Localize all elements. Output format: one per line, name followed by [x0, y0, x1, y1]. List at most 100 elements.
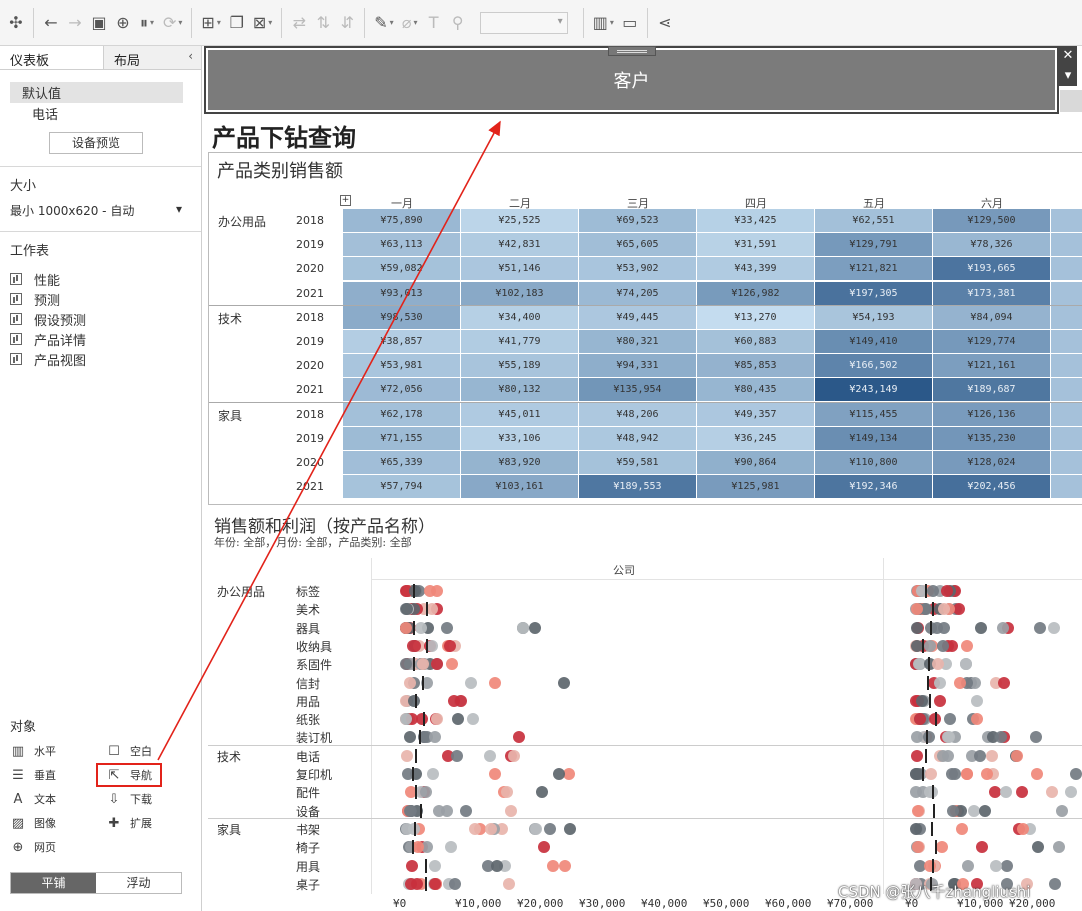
heatmap-cell[interactable]: ¥34,400 [461, 305, 578, 329]
scatter-point[interactable] [408, 639, 421, 652]
scatter-point[interactable] [405, 877, 418, 890]
scatter-point[interactable] [488, 768, 501, 780]
group-icon[interactable]: ⌀ ▾ [398, 8, 422, 38]
scatter-point[interactable] [407, 694, 420, 707]
scatter-point[interactable] [559, 859, 572, 872]
heatmap-cell[interactable]: ¥53,902 [579, 257, 696, 281]
scatter-point[interactable] [1030, 768, 1043, 780]
heatmap-cell[interactable]: ¥43,399 [697, 257, 814, 281]
heatmap-cell[interactable]: ¥135,230 [933, 426, 1050, 450]
scatter-point[interactable] [446, 658, 459, 671]
scatter-point[interactable] [971, 694, 984, 707]
scatter-point[interactable] [503, 877, 516, 890]
new-datasource-icon[interactable]: ⊕ [111, 8, 135, 38]
heatmap-cell[interactable]: ¥48,206 [579, 402, 696, 426]
scatter-point[interactable] [426, 768, 439, 780]
show-me-icon[interactable]: ▥ ▾ [589, 8, 618, 38]
scatter-point[interactable] [491, 859, 503, 872]
scatter-point[interactable] [513, 731, 526, 744]
scatter-point[interactable] [1034, 621, 1047, 634]
heatmap-cell[interactable]: ¥128,024 [933, 451, 1050, 474]
heatmap-cell[interactable]: ¥75,890 [343, 209, 460, 232]
heatmap-cell[interactable]: ¥126,982 [697, 281, 814, 305]
scatter-point[interactable] [1016, 786, 1029, 799]
heatmap-cell[interactable]: ¥80,321 [579, 330, 696, 353]
heatmap-cell[interactable]: ¥85,853 [697, 354, 814, 378]
scatter-point[interactable] [508, 749, 521, 762]
scatter-point[interactable] [1055, 804, 1068, 817]
scatter-point[interactable] [501, 786, 514, 799]
tab-dashboard[interactable]: 仪表板 [0, 46, 104, 69]
sort-ascending-icon[interactable]: ⇅ [311, 8, 335, 38]
scatter-point[interactable] [517, 621, 530, 634]
object-download[interactable]: ⇩ 下载 [106, 789, 196, 809]
heatmap-cell[interactable]: ¥80,132 [461, 378, 578, 402]
scatter-point[interactable] [960, 768, 973, 780]
scatter-sheet[interactable]: 销售额和利润（按产品名称） 年份: 全部，月份: 全部，产品类别: 全部 公司 … [208, 506, 1082, 911]
heatmap-cell[interactable]: ¥83,920 [461, 451, 578, 474]
scatter-point[interactable] [428, 731, 441, 744]
scatter-point[interactable] [403, 731, 416, 744]
heatmap-cell[interactable]: ¥38,857 [343, 330, 460, 353]
heatmap-cell[interactable]: ¥25,525 [461, 209, 578, 232]
scatter-point[interactable] [944, 713, 956, 726]
scatter-point[interactable] [990, 859, 1003, 872]
scatter-point[interactable] [553, 768, 565, 780]
floating-button[interactable]: 浮动 [96, 873, 181, 893]
sort-descending-icon[interactable]: ⇵ [335, 8, 359, 38]
scatter-point[interactable] [1046, 786, 1059, 799]
object-image[interactable]: ▨ 图像 [10, 813, 106, 833]
customer-filter-zone[interactable]: 客户 [204, 46, 1059, 114]
heatmap-cell[interactable]: ¥71,155 [343, 426, 460, 450]
heatmap-cell[interactable]: ¥129,774 [933, 330, 1050, 353]
scatter-point[interactable] [451, 749, 464, 762]
heatmap-cell[interactable]: ¥78,326 [933, 233, 1050, 257]
worksheet-item[interactable]: 假设预测 [10, 309, 191, 329]
heatmap-cell[interactable]: ¥41,779 [461, 330, 578, 353]
scatter-point[interactable] [936, 841, 949, 854]
refresh-icon[interactable]: ⟳ ▾ [159, 8, 186, 38]
scatter-point[interactable] [927, 585, 940, 597]
heatmap-cell[interactable]: ¥94,331 [579, 354, 696, 378]
scatter-point[interactable] [404, 804, 417, 817]
clear-icon[interactable]: ⊠ ▾ [249, 8, 276, 38]
heatmap-cell[interactable]: ¥121,821 [815, 257, 932, 281]
scatter-point[interactable] [997, 621, 1010, 634]
heatmap-cell[interactable]: ¥33,425 [697, 209, 814, 232]
heatmap-cell[interactable]: ¥98,530 [343, 305, 460, 329]
heatmap-cell[interactable]: ¥65,339 [343, 451, 460, 474]
heatmap-cell[interactable]: ¥149,410 [815, 330, 932, 353]
scatter-point[interactable] [924, 768, 937, 780]
heatmap-cell[interactable]: ¥33,106 [461, 426, 578, 450]
scatter-point[interactable] [447, 694, 460, 707]
object-web-page[interactable]: ⊕ 网页 [10, 837, 106, 857]
heatmap-cell[interactable]: ¥62,178 [343, 402, 460, 426]
scatter-point[interactable] [922, 731, 935, 744]
scatter-point[interactable] [538, 841, 551, 854]
scatter-point[interactable] [1016, 822, 1029, 835]
heatmap-cell[interactable]: ¥189,687 [933, 378, 1050, 402]
device-preview-button[interactable]: 设备预览 [49, 132, 143, 154]
heatmap-cell[interactable]: ¥74,205 [579, 281, 696, 305]
scatter-point[interactable] [960, 658, 973, 671]
scrollbar[interactable] [1060, 90, 1082, 112]
heatmap-cell[interactable]: ¥13,270 [697, 305, 814, 329]
heatmap-cell[interactable]: ¥129,791 [815, 233, 932, 257]
move-handle-icon[interactable] [608, 46, 656, 56]
scatter-point[interactable] [400, 621, 412, 634]
scatter-point[interactable] [405, 859, 418, 872]
object-horizontal-container[interactable]: ▥ 水平 [10, 741, 106, 761]
scatter-point[interactable] [484, 822, 497, 835]
redo-icon[interactable]: → [63, 8, 87, 38]
heatmap-cell[interactable]: ¥243,149 [815, 378, 932, 402]
scatter-point[interactable] [949, 768, 962, 780]
heatmap-cell[interactable]: ¥173,381 [933, 281, 1050, 305]
save-icon[interactable]: ▣ [87, 8, 111, 38]
scatter-point[interactable] [468, 822, 481, 835]
scatter-point[interactable] [947, 804, 960, 817]
scatter-point[interactable] [961, 639, 973, 652]
heatmap-cell[interactable]: ¥149,134 [815, 426, 932, 450]
label-icon[interactable]: T [422, 8, 446, 38]
share-icon[interactable]: ⋖ [653, 8, 677, 38]
scatter-point[interactable] [911, 749, 924, 762]
